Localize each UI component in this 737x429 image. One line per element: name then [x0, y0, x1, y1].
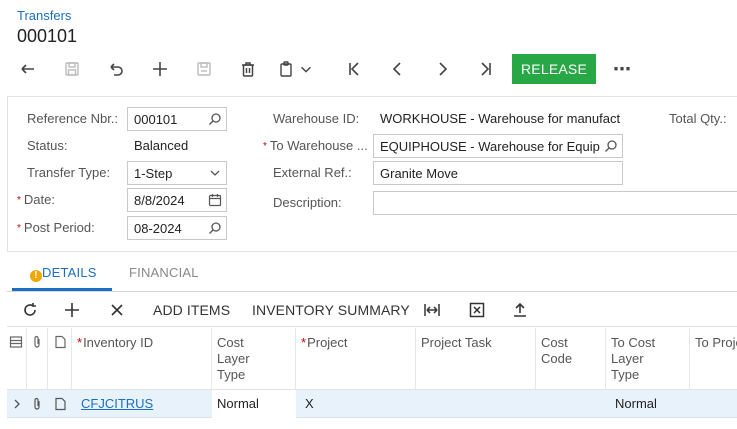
grid-toolbar: ADD ITEMS INVENTORY SUMMARY	[7, 293, 737, 327]
transfer-type-label: Transfer Type:	[27, 165, 111, 180]
search-icon[interactable]	[208, 221, 222, 235]
post-period-field[interactable]: 08-2024	[127, 216, 227, 240]
to-warehouse-label: * To Warehouse ...	[263, 138, 368, 153]
external-ref-label: External Ref.:	[273, 165, 352, 180]
description-field[interactable]	[373, 191, 737, 215]
refresh-icon[interactable]	[21, 299, 39, 321]
first-icon[interactable]	[336, 54, 372, 84]
to-cost-layer-type-cell[interactable]: Normal	[610, 390, 694, 418]
inventory-id-link[interactable]: CFJCITRUS	[76, 390, 212, 418]
notes-column	[48, 328, 72, 390]
breadcrumb[interactable]: Transfers	[17, 8, 71, 23]
column-project[interactable]: *Project	[296, 328, 416, 390]
to-warehouse-field[interactable]: EQUIPHOUSE - Warehouse for Equip	[373, 134, 623, 158]
add-row-icon[interactable]	[63, 299, 81, 321]
delete-icon[interactable]	[230, 54, 266, 84]
cost-code-cell[interactable]	[536, 390, 606, 418]
delete-row-icon[interactable]	[108, 299, 126, 321]
chevron-down-icon[interactable]	[298, 54, 314, 84]
previous-icon[interactable]	[380, 54, 416, 84]
grid-header: *Inventory ID Cost Layer Type *Project P…	[7, 328, 737, 390]
cost-layer-type-cell[interactable]: Normal	[212, 390, 296, 418]
copy-save-icon[interactable]	[186, 54, 222, 84]
inventory-summary-button[interactable]: INVENTORY SUMMARY	[252, 299, 410, 321]
next-icon[interactable]	[424, 54, 460, 84]
tab-financial[interactable]: FINANCIAL	[129, 265, 199, 280]
column-inventory-id[interactable]: *Inventory ID	[72, 328, 212, 390]
paperclip-icon[interactable]	[30, 397, 44, 411]
warning-icon: !	[30, 270, 42, 282]
post-period-label: * Post Period:	[17, 220, 95, 235]
calendar-icon[interactable]	[208, 193, 222, 207]
paperclip-icon	[34, 335, 40, 348]
chevron-right-icon[interactable]	[10, 397, 24, 411]
project-cell[interactable]: X	[300, 390, 416, 418]
transfer-summary-form: Reference Nbr.: 000101 Status: Balanced …	[7, 96, 737, 252]
reference-nbr-field[interactable]: 000101	[127, 107, 227, 131]
project-task-cell[interactable]	[416, 390, 536, 418]
clipboard-icon[interactable]	[274, 54, 298, 84]
add-items-button[interactable]: ADD ITEMS	[153, 299, 230, 321]
column-project-task[interactable]: Project Task	[416, 328, 536, 390]
column-settings-icon[interactable]	[9, 335, 23, 349]
external-ref-field[interactable]: Granite Move	[373, 161, 623, 185]
column-to-project[interactable]: To Proje	[690, 328, 737, 390]
date-field[interactable]: 8/8/2024	[127, 188, 227, 212]
total-qty-label: Total Qty.:	[669, 111, 727, 126]
active-tab-indicator	[12, 288, 112, 291]
attachments-column	[27, 328, 48, 390]
warehouse-id-label: Warehouse ID:	[273, 111, 360, 126]
main-toolbar: RELEASE ⋯	[10, 54, 737, 86]
date-label: * Date:	[17, 192, 55, 207]
status-label: Status:	[27, 138, 68, 153]
undo-icon[interactable]	[98, 54, 134, 84]
export-excel-icon[interactable]	[468, 299, 486, 321]
transfer-type-select[interactable]: 1-Step	[127, 161, 227, 185]
search-icon[interactable]	[208, 112, 222, 126]
reference-nbr-label: Reference Nbr.:	[27, 111, 119, 126]
page-title: 000101	[17, 26, 78, 46]
save-icon[interactable]	[54, 54, 90, 84]
tab-bar: ! DETAILS FINANCIAL	[7, 256, 737, 292]
note-icon[interactable]	[53, 397, 67, 411]
add-icon[interactable]	[142, 54, 178, 84]
note-icon	[55, 335, 66, 349]
column-cost-layer-type[interactable]: Cost Layer Type	[212, 328, 296, 390]
column-to-cost-layer-type[interactable]: To Cost Layer Type	[606, 328, 690, 390]
warehouse-id-value: WORKHOUSE - Warehouse for manufact	[380, 111, 620, 126]
chevron-down-icon[interactable]	[208, 166, 222, 180]
back-icon[interactable]	[10, 54, 46, 84]
last-icon[interactable]	[468, 54, 504, 84]
tab-details[interactable]: ! DETAILS	[30, 265, 97, 282]
release-button[interactable]: RELEASE	[512, 54, 596, 84]
table-row[interactable]: CFJCITRUS Normal X Normal	[7, 390, 737, 418]
description-label: Description:	[273, 195, 342, 210]
more-menu-button[interactable]: ⋯	[604, 54, 640, 84]
upload-icon[interactable]	[511, 299, 529, 321]
fit-columns-icon[interactable]	[423, 299, 441, 321]
row-selector-column[interactable]	[7, 328, 27, 390]
search-icon[interactable]	[604, 139, 618, 153]
status-value: Balanced	[134, 138, 189, 153]
column-cost-code[interactable]: Cost Code	[536, 328, 606, 390]
